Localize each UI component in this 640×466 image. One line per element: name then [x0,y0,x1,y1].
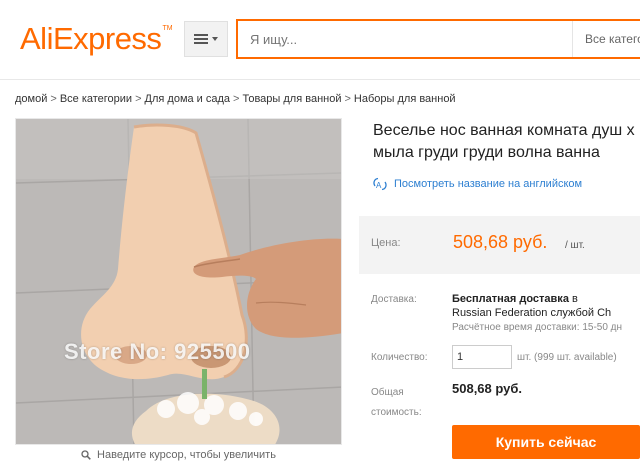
breadcrumb-separator: > [344,93,351,105]
aliexpress-logo[interactable]: AliExpress TM [20,19,173,59]
magnifier-icon [81,450,91,460]
quantity-input[interactable] [452,345,512,369]
shipping-eta: Расчётное время доставки: 15-50 дн [452,322,623,333]
hamburger-icon [194,34,208,44]
total-label-line-1: Общая [371,387,404,398]
breadcrumb-separator: > [135,93,142,105]
breadcrumb-all-categories[interactable]: Все категории [60,93,132,105]
search-bar: Все категории [236,19,640,59]
total-label-line-2: стоимость: [371,407,422,418]
zoom-hint: Наведите курсор, чтобы увеличить [15,446,342,464]
price-unit: / шт. [565,240,585,251]
logo-text: AliExpress [20,21,162,56]
quantity-label: Количество: [371,352,428,363]
shipping-destination[interactable]: Russian Federation службой Ch [452,307,611,319]
svg-text:A: A [376,181,382,190]
price-value: 508,68 руб. [453,232,548,252]
logo-trademark: TM [162,25,173,32]
site-header: AliExpress TM Все категории [0,0,640,80]
breadcrumb-home-garden[interactable]: Для дома и сада [145,93,231,105]
breadcrumb-separator: > [233,93,240,105]
breadcrumb-bath-sets[interactable]: Наборы для ванной [354,93,456,105]
breadcrumb: домой > Все категории > Для дома и сада > Това… [15,93,456,105]
shipping-free-text: Бесплатная доставка [452,293,569,305]
price-label: Цена: [371,237,401,249]
caret-down-icon [212,37,218,41]
translate-title-link[interactable]: A Посмотреть название на английском [372,177,582,191]
total-value: 508,68 руб. [452,381,523,396]
total-label: Общая стоимость: [371,383,422,423]
search-input[interactable] [238,21,558,57]
breadcrumb-bathroom-products[interactable]: Товары для ванной [242,93,341,105]
zoom-hint-text: Наведите курсор, чтобы увеличить [97,449,276,461]
breadcrumb-home[interactable]: домой [15,93,47,105]
shipping-free: Бесплатная доставка в [452,293,578,305]
translate-icon: A [373,177,387,191]
product-photo [16,119,341,444]
shipping-in-text: в [572,293,578,305]
product-title: Веселье нос ванная комната душ х мыла гр… [373,120,640,164]
shipping-label: Доставка: [371,294,417,305]
search-category-select[interactable]: Все категории [572,21,640,57]
categories-menu-button[interactable] [184,21,228,57]
quantity-unit: шт. (999 шт. available) [517,352,617,363]
buy-now-button[interactable]: Купить сейчас [452,425,640,459]
product-title-line-2: мыла груди груди волна ванна [373,144,600,161]
price-box: Цена: 508,68 руб. / шт. [359,216,640,274]
translate-link-text: Посмотреть название на английском [394,178,583,190]
product-title-line-1: Веселье нос ванная комната душ х [373,122,635,139]
breadcrumb-separator: > [50,93,57,105]
store-watermark: Store No: 925500 [64,339,251,364]
product-image[interactable]: Store No: 925500 [15,118,342,445]
